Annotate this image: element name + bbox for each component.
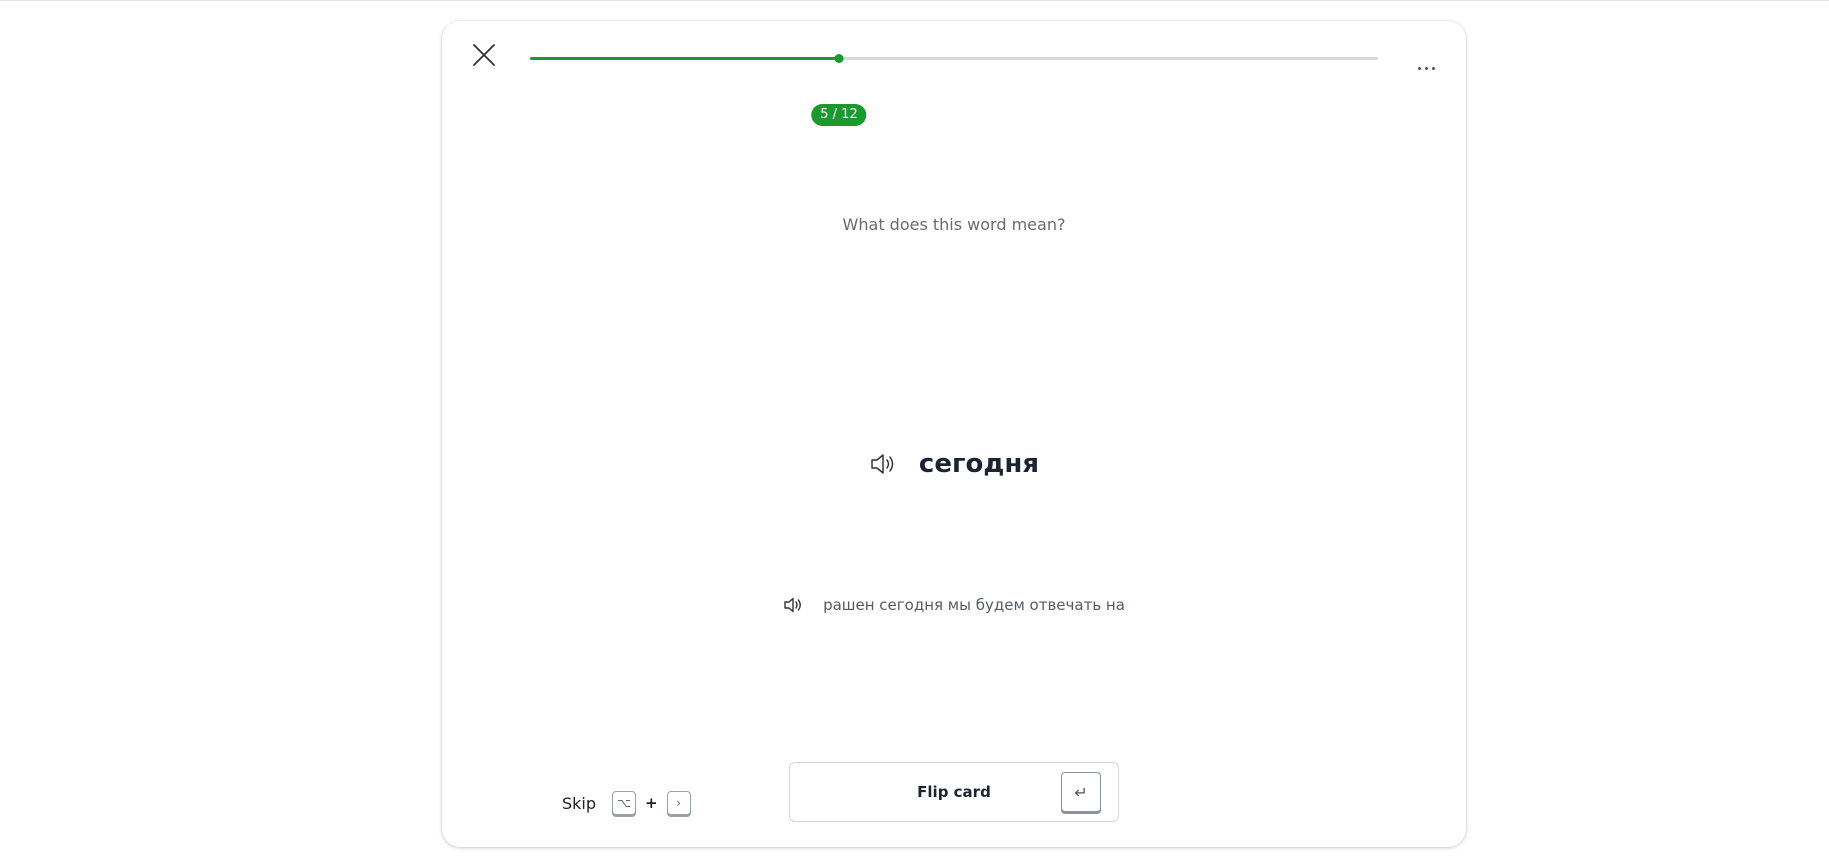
speaker-icon xyxy=(784,597,802,613)
example-sentence: рашен сегодня мы будем отвечать на xyxy=(823,596,1125,614)
top-divider xyxy=(0,0,1829,1)
progress-fill xyxy=(530,57,839,60)
card-prompt: What does this word mean? xyxy=(842,215,1066,234)
key-plus: + xyxy=(645,794,658,812)
flashcard-word: сегодня xyxy=(918,449,1040,479)
enter-key-icon: ↵ xyxy=(1061,772,1101,812)
skip-control: Skip ⌥ + › xyxy=(562,791,691,815)
example-sentence-row: рашен сегодня мы будем отвечать на xyxy=(442,595,1466,615)
sentence-audio-button[interactable] xyxy=(783,595,805,615)
flip-card-button[interactable]: Flip card ↵ xyxy=(789,762,1119,822)
more-options-button[interactable] xyxy=(1412,59,1440,77)
progress-bar: 5 / 12 xyxy=(530,54,1378,126)
word-audio-button[interactable] xyxy=(869,451,899,477)
more-horizontal-icon xyxy=(1417,66,1421,70)
word-row: сегодня xyxy=(442,449,1466,479)
more-dot xyxy=(1424,66,1428,70)
option-key-icon: ⌥ xyxy=(612,791,637,815)
progress-badge: 5 / 12 xyxy=(811,104,867,126)
close-icon xyxy=(473,44,495,66)
progress-knob xyxy=(834,54,844,63)
skip-button[interactable]: Skip xyxy=(562,794,596,813)
close-button[interactable] xyxy=(466,37,502,73)
speaker-icon xyxy=(871,454,894,474)
flashcard-panel: 5 / 12 What does this word mean? сегодня… xyxy=(442,21,1466,847)
more-dot xyxy=(1431,66,1435,70)
chevron-right-icon: › xyxy=(666,791,691,815)
